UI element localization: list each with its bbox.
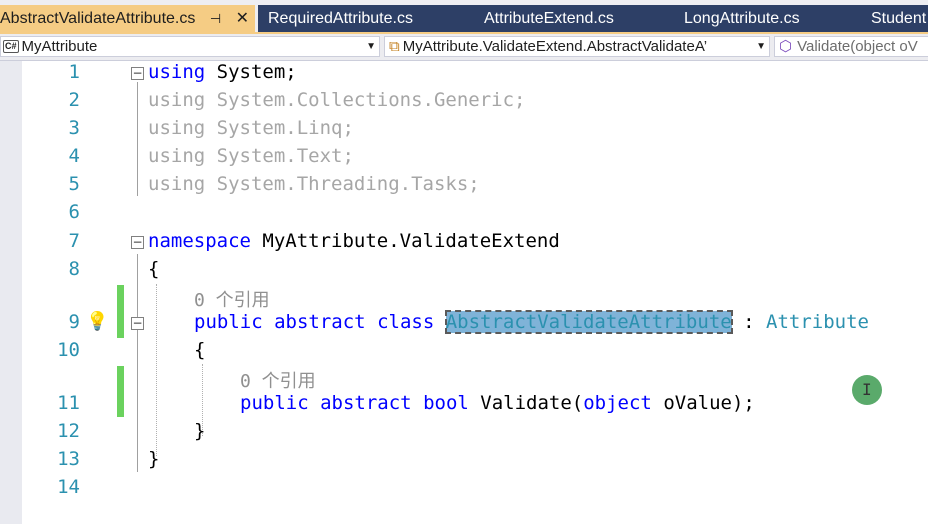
code-line-12[interactable]: } (194, 420, 205, 442)
keyword: using (148, 61, 206, 83)
line-number: 13 (57, 448, 80, 470)
collapse-icon[interactable]: − (131, 236, 144, 249)
code-text: : (731, 311, 767, 333)
chevron-down-icon: ▼ (756, 41, 766, 52)
reference-count-codelens[interactable]: 0 个引用 (194, 286, 270, 312)
keyword: bool (423, 392, 469, 414)
line-number: 3 (68, 117, 80, 139)
line-number: 6 (68, 201, 80, 223)
code-text: System.Linq; (205, 117, 354, 139)
class-icon: ⧉ (389, 38, 400, 55)
tab-abstract-validate-attribute[interactable]: AbstractValidateAttribute.cs ⊣ ✕ (0, 5, 255, 32)
keyword: using (148, 117, 206, 139)
line-number: 10 (57, 339, 80, 361)
code-text: System.Collections.Generic; (205, 89, 526, 111)
tab-label: RequiredAttribute.cs (268, 10, 413, 27)
method-name: Validate( (480, 392, 584, 414)
code-line-3[interactable]: using System.Linq; (148, 117, 354, 139)
code-line-10[interactable]: { (194, 339, 205, 361)
tab-student[interactable]: Student (871, 5, 926, 32)
line-number: 14 (57, 476, 80, 498)
keyword: public (194, 311, 263, 333)
line-number: 5 (68, 173, 80, 195)
tab-required-attribute[interactable]: RequiredAttribute.cs (268, 5, 413, 32)
type-label: MyAttribute.ValidateExtend.AbstractValid… (402, 38, 708, 55)
outline-guide (137, 334, 138, 444)
selected-class-name[interactable]: AbstractValidateAttribute (444, 310, 733, 334)
project-label: MyAttribute (21, 38, 98, 55)
line-number: 9 (68, 311, 80, 333)
tab-label: Student (871, 10, 927, 27)
editor-margin (0, 61, 22, 524)
tab-label: AbstractValidateAttribute.cs (0, 10, 196, 27)
close-icon[interactable]: ✕ (236, 5, 249, 32)
collapse-icon[interactable]: − (131, 317, 144, 330)
code-line-4[interactable]: using System.Text; (148, 145, 354, 167)
keyword: abstract (320, 392, 412, 414)
line-number: 4 (68, 145, 80, 167)
code-text: oValue); (651, 392, 755, 414)
code-line-9[interactable]: public abstract class AbstractValidateAt… (194, 310, 869, 334)
line-number: 12 (57, 420, 80, 442)
code-text: System.Threading.Tasks; (205, 173, 480, 195)
change-indicator (117, 285, 124, 338)
code-text: MyAttribute.ValidateExtend (250, 230, 560, 252)
csharp-project-icon: C# (3, 40, 19, 53)
keyword: using (148, 145, 206, 167)
navigation-bar: C# MyAttribute ▼ ⧉ MyAttribute.ValidateExt… (0, 34, 928, 61)
keyword: namespace (148, 230, 251, 252)
line-number: 11 (57, 392, 80, 414)
collapse-icon[interactable]: − (131, 67, 144, 80)
keyword: using (148, 89, 206, 111)
line-number: 8 (68, 258, 80, 280)
line-number: 2 (68, 89, 80, 111)
change-indicator (117, 366, 124, 417)
code-line-5[interactable]: using System.Threading.Tasks; (148, 173, 480, 195)
code-line-7[interactable]: namespace MyAttribute.ValidateExtend (148, 230, 560, 252)
line-number: 7 (68, 230, 80, 252)
line-number: 1 (68, 61, 80, 83)
code-line-1[interactable]: using System; (148, 61, 297, 83)
code-line-13[interactable]: } (148, 448, 159, 470)
outline-guide (137, 82, 138, 196)
tab-long-attribute[interactable]: LongAttribute.cs (684, 5, 800, 32)
keyword: public (240, 392, 309, 414)
keyword: class (377, 311, 435, 333)
code-text: System.Text; (205, 145, 354, 167)
ibeam-cursor-icon: I (862, 380, 872, 399)
tab-label: AttributeExtend.cs (484, 10, 614, 27)
tab-attribute-extend[interactable]: AttributeExtend.cs (484, 5, 614, 32)
code-text: System; (205, 61, 297, 83)
keyword: abstract (274, 311, 366, 333)
base-type: Attribute (766, 311, 869, 333)
document-tab-strip: AbstractValidateAttribute.cs ⊣ ✕ Require… (0, 0, 928, 34)
keyword: using (148, 173, 206, 195)
method-icon: ⬡ (779, 38, 793, 55)
code-line-11[interactable]: public abstract bool Validate(object oVa… (240, 392, 755, 414)
pin-icon[interactable]: ⊣ (210, 5, 221, 32)
code-line-2[interactable]: using System.Collections.Generic; (148, 89, 526, 111)
indent-guide (156, 284, 157, 456)
reference-count-codelens[interactable]: 0 个引用 (240, 367, 316, 393)
chevron-down-icon: ▼ (366, 41, 376, 52)
member-dropdown[interactable]: ⬡ Validate(object oV (774, 36, 928, 57)
keyword: object (583, 392, 652, 414)
tab-label: LongAttribute.cs (684, 10, 800, 27)
code-line-8[interactable]: { (148, 258, 159, 280)
member-label: Validate(object oV (797, 38, 918, 55)
type-dropdown[interactable]: ⧉ MyAttribute.ValidateExtend.AbstractVali… (384, 36, 770, 57)
project-dropdown[interactable]: C# MyAttribute ▼ (0, 36, 380, 57)
lightbulb-icon[interactable]: 💡 (86, 311, 108, 332)
